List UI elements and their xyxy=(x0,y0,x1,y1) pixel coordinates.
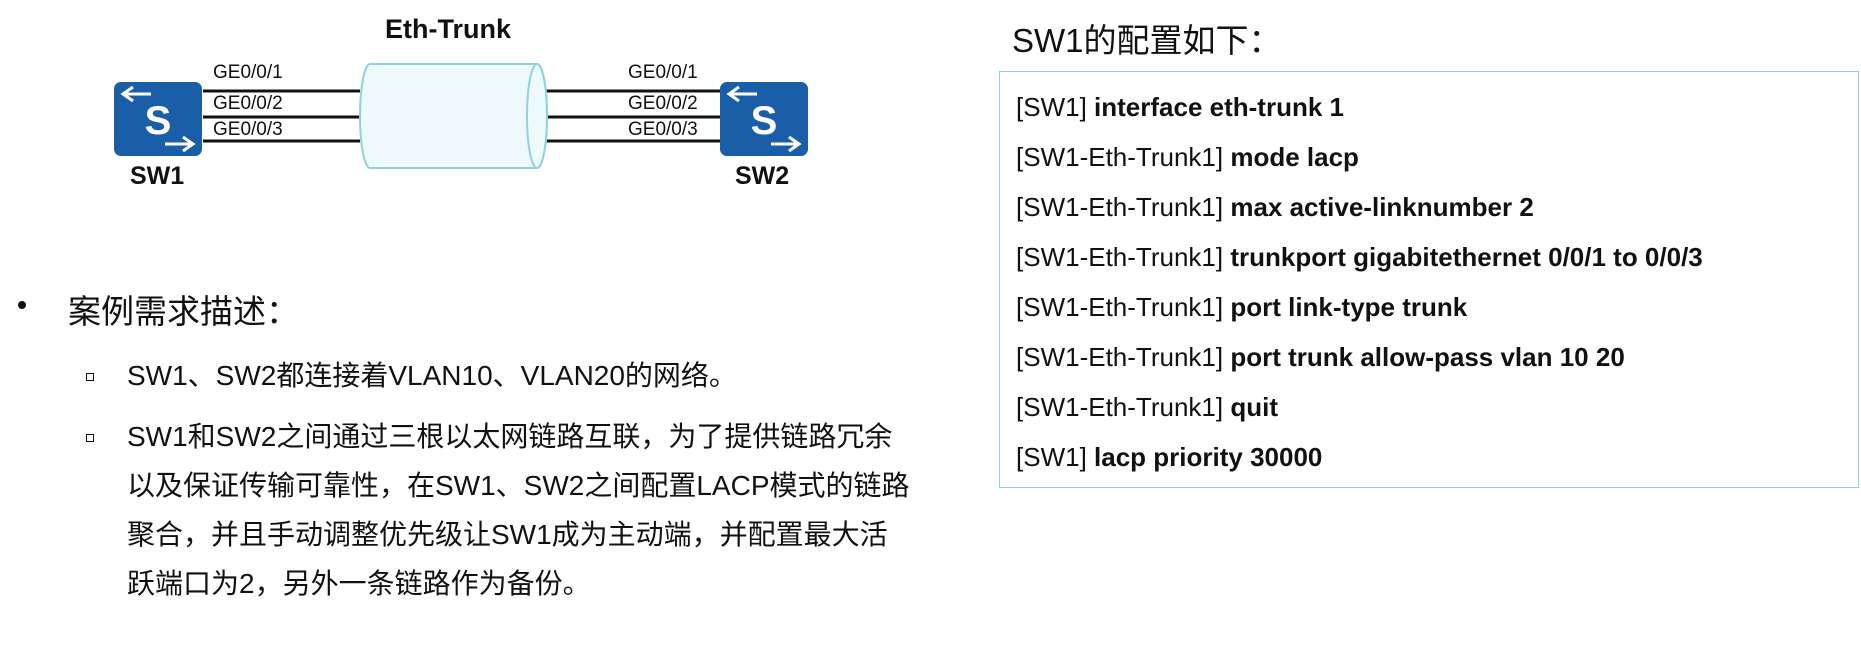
config-line: [SW1-Eth-Trunk1] port trunk allow-pass v… xyxy=(1016,342,1625,373)
config-line: [SW1] interface eth-trunk 1 xyxy=(1016,92,1344,123)
eth-trunk-cylinder xyxy=(359,63,548,169)
config-title: SW1的配置如下： xyxy=(1012,22,1282,59)
cli-prompt: [SW1-Eth-Trunk1] xyxy=(1016,192,1224,222)
cli-prompt: [SW1] xyxy=(1016,92,1087,122)
requirement-item-1: SW1、SW2都连接着VLAN10、VLAN20的网络。 xyxy=(127,351,917,400)
config-line: [SW1-Eth-Trunk1] quit xyxy=(1016,392,1278,423)
sw2-label: SW2 xyxy=(735,162,790,190)
cli-prompt: [SW1-Eth-Trunk1] xyxy=(1016,242,1224,272)
cli-prompt: [SW1-Eth-Trunk1] xyxy=(1016,142,1224,172)
requirement-line: 以及保证传输可靠性，在SW1、SW2之间配置LACP模式的链路 xyxy=(127,470,910,501)
cli-prompt: [SW1-Eth-Trunk1] xyxy=(1016,392,1224,422)
cli-command: mode lacp xyxy=(1230,142,1359,172)
sw1-port-label: GE0/0/3 xyxy=(213,119,283,140)
eth-trunk-cylinder-end xyxy=(526,63,548,169)
requirement-item-2: SW1和SW2之间通过三根以太网链路互联，为了提供链路冗余 以及保证传输可靠性，… xyxy=(127,412,917,608)
config-line: [SW1-Eth-Trunk1] port link-type trunk xyxy=(1016,292,1467,323)
sw1-switch-icon: S xyxy=(114,82,202,156)
sw2-switch-icon: S xyxy=(720,82,808,156)
config-box: [SW1] interface eth-trunk 1 [SW1-Eth-Tru… xyxy=(999,71,1859,488)
cli-command: quit xyxy=(1230,392,1278,422)
sw1-port-label: GE0/0/2 xyxy=(213,93,283,114)
config-line: [SW1-Eth-Trunk1] trunkport gigabitethern… xyxy=(1016,242,1703,273)
cli-command: trunkport gigabitethernet 0/0/1 to 0/0/3 xyxy=(1230,242,1703,272)
svg-text:S: S xyxy=(145,99,172,143)
requirement-line: SW1和SW2之间通过三根以太网链路互联，为了提供链路冗余 xyxy=(127,421,893,452)
sw2-port-label: GE0/0/3 xyxy=(628,119,698,140)
bullet-dot xyxy=(18,301,26,309)
sw2-port-label: GE0/0/1 xyxy=(628,62,698,83)
cli-prompt: [SW1-Eth-Trunk1] xyxy=(1016,292,1224,322)
requirements-title: 案例需求描述： xyxy=(68,293,299,330)
cli-command: port link-type trunk xyxy=(1230,292,1468,322)
sub-bullet-square xyxy=(86,373,94,381)
sub-bullet-square xyxy=(86,434,94,442)
sw1-port-label: GE0/0/1 xyxy=(213,62,283,83)
svg-text:S: S xyxy=(751,99,778,143)
config-line: [SW1-Eth-Trunk1] max active-linknumber 2 xyxy=(1016,192,1534,223)
requirement-line: 聚合，并且手动调整优先级让SW1成为主动端，并配置最大活 xyxy=(127,519,888,550)
cli-command: lacp priority 30000 xyxy=(1094,442,1323,472)
cli-prompt: [SW1-Eth-Trunk1] xyxy=(1016,342,1224,372)
cli-command: max active-linknumber 2 xyxy=(1230,192,1534,222)
config-line: [SW1-Eth-Trunk1] mode lacp xyxy=(1016,142,1359,173)
sw2-port-label: GE0/0/2 xyxy=(628,93,698,114)
config-line: [SW1] lacp priority 30000 xyxy=(1016,442,1322,473)
requirement-line: SW1、SW2都连接着VLAN10、VLAN20的网络。 xyxy=(127,360,737,391)
cli-command: interface eth-trunk 1 xyxy=(1094,92,1344,122)
cli-command: port trunk allow-pass vlan 10 20 xyxy=(1230,342,1625,372)
requirement-line: 跃端口为2，另外一条链路作为备份。 xyxy=(127,568,591,599)
cli-prompt: [SW1] xyxy=(1016,442,1087,472)
sw1-label: SW1 xyxy=(130,162,185,190)
topology-diagram: Eth-Trunk S SW1 S SW2 GE0/0/1 GE0/0/2 GE… xyxy=(0,0,860,230)
